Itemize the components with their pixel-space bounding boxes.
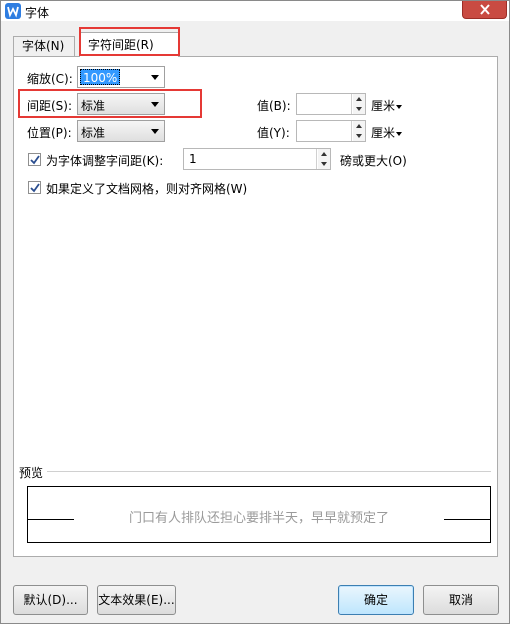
- snap-to-grid-label: 如果定义了文档网格，则对齐网格(W): [46, 182, 248, 196]
- stepper-down-icon[interactable]: [353, 104, 365, 114]
- snap-to-grid-checkbox[interactable]: [28, 181, 41, 194]
- text-effects-button[interactable]: 文本效果(E)...: [97, 585, 176, 615]
- tab-character-spacing[interactable]: 字符间距(R): [79, 32, 179, 57]
- kerning-value: 1: [189, 152, 197, 166]
- stepper-up-icon[interactable]: [353, 121, 365, 131]
- tab-font[interactable]: 字体(N): [13, 36, 75, 56]
- spacing-value: 标准: [81, 99, 106, 113]
- stepper-up-icon[interactable]: [353, 94, 365, 104]
- position-value: 标准: [81, 126, 106, 140]
- close-button[interactable]: [462, 1, 507, 19]
- preview-label: 预览: [19, 466, 44, 480]
- chevron-down-icon: [151, 102, 159, 107]
- font-dialog: 字体 字体(N) 字符间距(R) 缩放(C): 100% 间距(S): 标准 值…: [0, 0, 510, 624]
- position-unit-select[interactable]: 厘米: [371, 124, 403, 141]
- scale-label: 缩放(C):: [27, 72, 73, 86]
- stepper-up-icon[interactable]: [318, 149, 330, 159]
- chevron-down-icon: [396, 131, 403, 136]
- preview-divider: [47, 471, 491, 472]
- chevron-down-icon: [396, 104, 403, 109]
- spacing-unit: 厘米: [371, 99, 396, 113]
- stepper-down-icon[interactable]: [318, 159, 330, 169]
- default-button[interactable]: 默认(D)...: [13, 585, 88, 615]
- spacing-value-stepper[interactable]: [296, 93, 366, 115]
- position-label: 位置(P):: [27, 126, 72, 140]
- checkmark-icon: [30, 183, 40, 193]
- kerning-checkbox[interactable]: [28, 153, 41, 166]
- checkmark-icon: [30, 155, 40, 165]
- scale-select[interactable]: 100%: [77, 66, 165, 88]
- cancel-button[interactable]: 取消: [423, 585, 499, 615]
- preview-text: 门口有人排队还担心要排半天，早早就预定了: [128, 511, 389, 526]
- chevron-down-icon: [151, 75, 159, 80]
- title-bar: 字体: [1, 1, 509, 21]
- stepper-down-icon[interactable]: [353, 131, 365, 141]
- kerning-suffix: 磅或更大(O): [340, 154, 407, 168]
- spacing-label: 间距(S):: [27, 99, 73, 113]
- wps-writer-icon: [5, 3, 21, 19]
- spacing-unit-select[interactable]: 厘米: [371, 97, 403, 114]
- kerning-stepper[interactable]: 1: [183, 148, 331, 170]
- ok-button[interactable]: 确定: [338, 585, 414, 615]
- chevron-down-icon: [151, 129, 159, 134]
- spacing-value-label: 值(B):: [257, 99, 291, 113]
- kerning-label: 为字体调整字间距(K):: [46, 154, 164, 168]
- position-value-label: 值(Y):: [257, 126, 290, 140]
- position-unit: 厘米: [371, 126, 396, 140]
- window-title: 字体: [25, 6, 50, 20]
- preview-box: 门口有人排队还担心要排半天，早早就预定了: [27, 486, 491, 543]
- position-select[interactable]: 标准: [77, 120, 165, 142]
- position-value-stepper[interactable]: [296, 120, 366, 142]
- close-icon: [479, 4, 490, 15]
- scale-value: 100%: [80, 69, 121, 85]
- spacing-select[interactable]: 标准: [77, 93, 165, 115]
- preview-baseline-right: [444, 519, 490, 520]
